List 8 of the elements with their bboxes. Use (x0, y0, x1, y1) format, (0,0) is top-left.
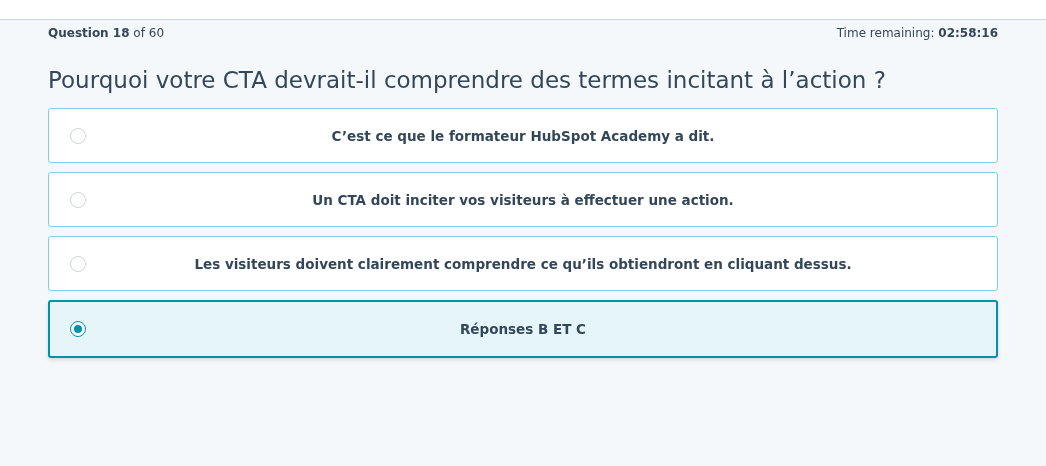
answer-option[interactable]: Réponses B ET C (48, 300, 998, 358)
time-remaining: Time remaining: 02:58:16 (836, 25, 998, 41)
answer-option[interactable]: Les visiteurs doivent clairement comprendre ce qu’ils obtiendront en cliquant dessus. (48, 236, 998, 291)
question-text: Pourquoi votre CTA devrait-il comprendre des termes incitant à l’action ? (48, 66, 887, 95)
question-counter: Question 18 of 60 (48, 25, 164, 41)
answer-option[interactable]: C’est ce que le formateur HubSpot Academy a dit. (48, 108, 998, 163)
radio-button[interactable] (70, 321, 86, 337)
answer-option[interactable]: Un CTA doit inciter vos visiteurs à effectuer une action. (48, 172, 998, 227)
